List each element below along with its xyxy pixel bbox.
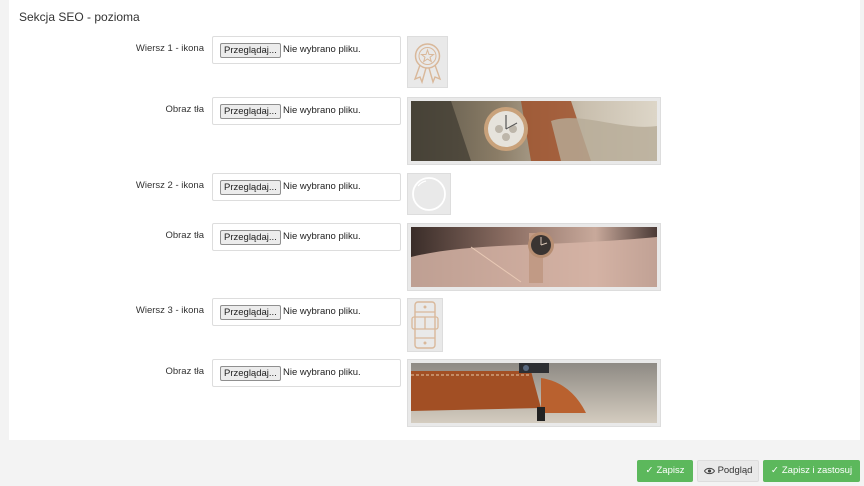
- leather-strap-photo: [411, 363, 657, 423]
- save-button[interactable]: ✓ Zapisz: [637, 460, 693, 482]
- row-label: Wiersz 2 - ikona: [135, 180, 204, 191]
- ribbon-award-icon: [413, 43, 442, 85]
- browse-button[interactable]: Przeglądaj...: [220, 366, 281, 381]
- preview-button[interactable]: Podgląd: [697, 460, 759, 482]
- row-label: Obraz tła: [165, 104, 204, 115]
- save-and-apply-button[interactable]: ✓ Zapisz i zastosuj: [763, 460, 860, 482]
- browse-button[interactable]: Przeglądaj...: [220, 305, 281, 320]
- file-input[interactable]: Przeglądaj... Nie wybrano pliku.: [212, 173, 401, 201]
- check-icon: ✓: [645, 465, 654, 476]
- file-input[interactable]: Przeglądaj... Nie wybrano pliku.: [212, 97, 401, 125]
- wrist-watch-photo: [411, 227, 657, 287]
- circle-icon: [412, 177, 446, 211]
- file-input[interactable]: Przeglądaj... Nie wybrano pliku.: [212, 298, 401, 326]
- icon-preview: [407, 298, 443, 352]
- file-status: Nie wybrano pliku.: [283, 367, 361, 378]
- browse-button[interactable]: Przeglądaj...: [220, 180, 281, 195]
- file-input[interactable]: Przeglądaj... Nie wybrano pliku.: [212, 223, 401, 251]
- watch-photo: [411, 101, 657, 161]
- file-status: Nie wybrano pliku.: [283, 44, 361, 55]
- background-preview: [407, 97, 661, 165]
- section-title: Sekcja SEO - pozioma: [19, 10, 140, 24]
- icon-preview: [407, 173, 451, 215]
- icon-preview: [407, 36, 448, 88]
- check-icon: ✓: [770, 465, 779, 476]
- row-label: Obraz tła: [165, 230, 204, 241]
- browse-button[interactable]: Przeglądaj...: [220, 104, 281, 119]
- row-label: Obraz tła: [165, 366, 204, 377]
- file-status: Nie wybrano pliku.: [283, 306, 361, 317]
- file-input[interactable]: Przeglądaj... Nie wybrano pliku.: [212, 36, 401, 64]
- file-input[interactable]: Przeglądaj... Nie wybrano pliku.: [212, 359, 401, 387]
- row-label: Wiersz 1 - ikona: [135, 43, 204, 54]
- background-preview: [407, 223, 661, 291]
- file-status: Nie wybrano pliku.: [283, 231, 361, 242]
- eye-icon: [703, 467, 715, 475]
- file-status: Nie wybrano pliku.: [283, 105, 361, 116]
- background-preview: [407, 359, 661, 427]
- file-status: Nie wybrano pliku.: [283, 181, 361, 192]
- row-label: Wiersz 3 - ikona: [135, 305, 204, 316]
- browse-button[interactable]: Przeglądaj...: [220, 43, 281, 58]
- watch-strap-icon: [411, 301, 439, 349]
- browse-button[interactable]: Przeglądaj...: [220, 230, 281, 245]
